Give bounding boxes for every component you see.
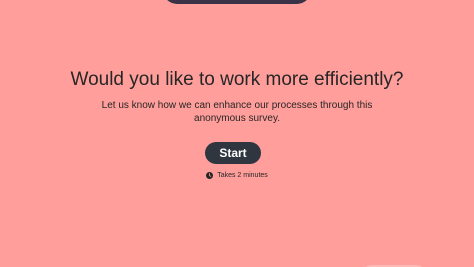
survey-duration: Takes 2 minutes (0, 171, 474, 180)
header-decoration (163, 0, 311, 4)
clock-icon (206, 172, 214, 179)
survey-welcome-screen: Would you like to work more efficiently?… (0, 0, 474, 267)
start-button[interactable]: Start (205, 142, 261, 164)
survey-description: Let us know how we can enhance our proce… (101, 100, 373, 124)
duration-label: Takes 2 minutes (217, 172, 268, 179)
survey-title: Would you like to work more efficiently? (70, 69, 404, 90)
